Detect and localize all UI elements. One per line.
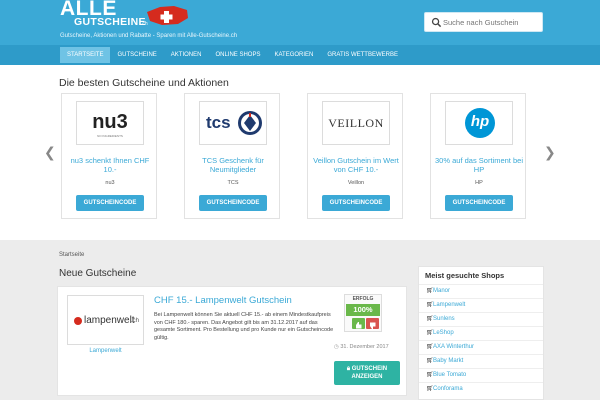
breadcrumb[interactable]: Startseite [59,251,84,259]
cart-icon: 🛒︎ [426,372,434,378]
shop-link-axa-winterthur[interactable]: 🛒︎AXA Winterthur [419,340,543,354]
cart-icon: 🛒︎ [426,288,434,294]
lampenwelt-mark-icon [74,317,82,325]
deal-title[interactable]: TCS Geschenk für Neumitglieder [187,156,279,174]
section-title: Die besten Gutscheine und Aktionen [59,77,229,89]
nav-item-aktionen[interactable]: AKTIONEN [164,47,209,63]
success-rate-box: ERFOLG 100% [344,294,382,332]
shop-link-conforama[interactable]: 🛒︎Conforama [419,382,543,396]
deal-title[interactable]: Veillon Gutschein im Wert von CHF 10.- [310,156,402,174]
sidebar-title: Meist gesuchte Shops [425,271,505,280]
thumbs-up-icon[interactable] [352,318,365,329]
expiry-date: ◷ 31. Dezember 2017 [334,344,389,350]
coupon-title[interactable]: CHF 15.- Lampenwelt Gutschein [154,295,292,306]
search-input[interactable] [443,15,541,29]
shop-list: 🛒︎Manor 🛒︎Lampenwelt 🛒︎Sunlens 🛒︎LeShop … [419,284,543,396]
store-logo-lampenwelt[interactable]: lampenwelt .ch [67,295,144,345]
site-logo[interactable]: ALLE GUTSCHEINE .ch [60,0,188,32]
store-logo-veillon[interactable]: VEILLON [322,101,390,145]
store-name[interactable]: Lampenwelt [67,347,144,355]
cart-icon: 🛒︎ [426,344,434,350]
deal-card-tcs[interactable]: tcs TCS Geschenk für Neumitglieder TCS G… [184,93,280,219]
success-rate: 100% [346,304,380,316]
shop-link-lampenwelt[interactable]: 🛒︎Lampenwelt [419,298,543,312]
nav-item-gutscheine[interactable]: GUTSCHEINE [110,47,163,63]
store-name: TCS [227,180,239,186]
shop-link-sunlens[interactable]: 🛒︎Sunlens [419,312,543,326]
nav-item-kategorien[interactable]: KATEGORIEN [267,47,320,63]
top-deals-section: Die besten Gutscheine und Aktionen ❮ ❯ n… [0,65,600,240]
site-tagline: Gutscheine, Aktionen und Rabatte - Spare… [60,33,238,39]
coupon-description: Bei Lampenwelt können Sie aktuell CHF 15… [154,312,334,341]
store-logo-hp[interactable]: hp [445,101,513,145]
popular-shops-sidebar: Meist gesuchte Shops 🛒︎Manor 🛒︎Lampenwel… [418,266,544,400]
coupon-code-button[interactable]: GUTSCHEINCODE [199,195,267,211]
shop-link-baby-markt[interactable]: 🛒︎Baby Markt [419,354,543,368]
swiss-flag-icon [147,6,188,25]
site-header: ALLE GUTSCHEINE .ch Gutscheine, Aktionen… [0,0,600,45]
deal-title[interactable]: 30% auf das Sortiment bei HP [433,156,525,174]
coupon-code-button[interactable]: GUTSCHEINCODE [76,195,144,211]
show-coupon-button[interactable]: 🔒︎ GUTSCHEIN ANZEIGEN [334,361,400,385]
shop-link-leshop[interactable]: 🛒︎LeShop [419,326,543,340]
store-logo-nu3[interactable]: nu3 NO INGREDIENTS [76,101,144,145]
deal-card-nu3[interactable]: nu3 NO INGREDIENTS nu3 schenkt Ihnen CHF… [61,93,157,219]
cart-icon: 🛒︎ [426,358,434,364]
search-icon[interactable] [431,17,442,28]
search-box [424,12,543,32]
deal-card-hp[interactable]: hp 30% auf das Sortiment bei HP HP GUTSC… [430,93,526,219]
deal-card-veillon[interactable]: VEILLON Veillon Gutschein im Wert von CH… [307,93,403,219]
cart-icon: 🛒︎ [426,302,434,308]
logo-word-bottom: GUTSCHEINE [74,16,146,28]
new-coupons-title: Neue Gutscheine [59,268,137,279]
cart-icon: 🛒︎ [426,330,434,336]
coupon-code-button[interactable]: GUTSCHEINCODE [322,195,390,211]
nav-item-gratis-wettbewerbe[interactable]: GRATIS WETTBEWERBE [320,47,405,63]
cart-icon: 🛒︎ [426,316,434,322]
coupon-card: lampenwelt .ch Lampenwelt CHF 15.- Lampe… [57,286,407,396]
chevron-right-icon[interactable]: ❯ [544,145,556,159]
shop-link-blue-tomato[interactable]: 🛒︎Blue Tomato [419,368,543,382]
tcs-emblem-icon [238,111,262,135]
store-logo-tcs[interactable]: tcs [199,101,267,145]
store-name: Veillon [347,180,365,186]
main-nav: STARTSEITE GUTSCHEINE AKTIONEN ONLINE SH… [0,45,600,65]
coupon-code-button[interactable]: GUTSCHEINCODE [445,195,513,211]
thumbs-down-icon[interactable] [366,318,379,329]
store-name: nu3 [105,180,115,186]
nav-item-startseite[interactable]: STARTSEITE [60,47,111,63]
shop-link-manor[interactable]: 🛒︎Manor [419,284,543,298]
success-label: ERFOLG [352,296,374,302]
cart-icon: 🛒︎ [426,386,434,392]
store-name: HP [475,180,483,186]
chevron-left-icon[interactable]: ❮ [44,145,56,159]
deal-title[interactable]: nu3 schenkt Ihnen CHF 10.- [64,156,156,174]
nav-item-online-shops[interactable]: ONLINE SHOPS [208,47,267,63]
